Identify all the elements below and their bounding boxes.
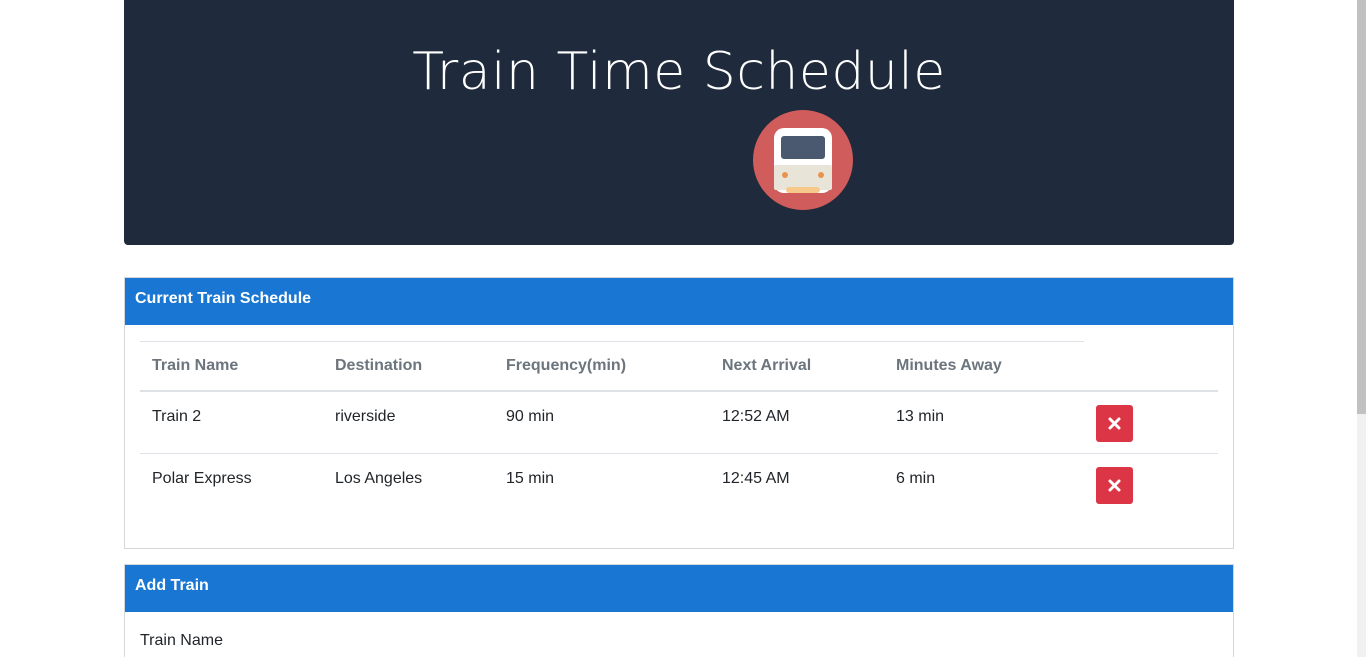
schedule-card-header: Current Train Schedule: [125, 278, 1233, 325]
table-row: Polar Express Los Angeles 15 min 12:45 A…: [140, 452, 1218, 515]
close-icon: [1108, 417, 1121, 430]
train-name-cell: Train 2: [152, 408, 202, 425]
train-icon: [753, 110, 853, 210]
column-header-next-arrival: Next Arrival: [710, 341, 884, 392]
frequency-cell: 90 min: [506, 408, 555, 425]
table-header-row: Train Name Destination Frequency(min) Ne…: [140, 341, 1218, 392]
add-train-card: Add Train Train Name: [124, 564, 1234, 657]
delete-train-button[interactable]: [1096, 466, 1133, 504]
actions-cell: [1084, 391, 1218, 453]
frequency-cell: 15 min: [494, 452, 710, 515]
destination-cell: riverside: [335, 408, 396, 425]
column-header-train-name: Train Name: [140, 341, 323, 392]
train-name-cell: Polar Express: [140, 452, 323, 515]
minutes-away-cell: 6 min: [884, 452, 1084, 515]
page: Train Time Schedule Current Train Schedu…: [0, 0, 1366, 657]
column-header-minutes-away: Minutes Away: [884, 341, 1084, 392]
add-train-card-header: Add Train: [125, 565, 1233, 612]
schedule-table: Train Name Destination Frequency(min) Ne…: [140, 341, 1218, 515]
page-scrollbar[interactable]: [1357, 0, 1366, 657]
close-icon: [1108, 479, 1121, 491]
page-title: Train Time Schedule: [412, 42, 946, 102]
schedule-card: Current Train Schedule Train Name Destin…: [124, 277, 1234, 549]
next-arrival-cell: 12:45 AM: [710, 452, 884, 515]
column-header-actions: [1084, 341, 1218, 392]
delete-train-button[interactable]: [1096, 405, 1133, 442]
table-row: Train 2 riverside 90 min 12:52 AM 13 min: [140, 391, 1218, 453]
column-header-frequency: Frequency(min): [494, 341, 710, 392]
header-banner: Train Time Schedule: [124, 0, 1234, 245]
destination-cell: Los Angeles: [323, 452, 494, 515]
next-arrival-cell: 12:52 AM: [722, 408, 790, 425]
train-name-label: Train Name: [140, 632, 223, 649]
scrollbar-thumb[interactable]: [1357, 0, 1366, 414]
minutes-away-cell: 13 min: [896, 408, 945, 425]
actions-cell: [1084, 452, 1218, 515]
column-header-destination: Destination: [323, 341, 494, 392]
